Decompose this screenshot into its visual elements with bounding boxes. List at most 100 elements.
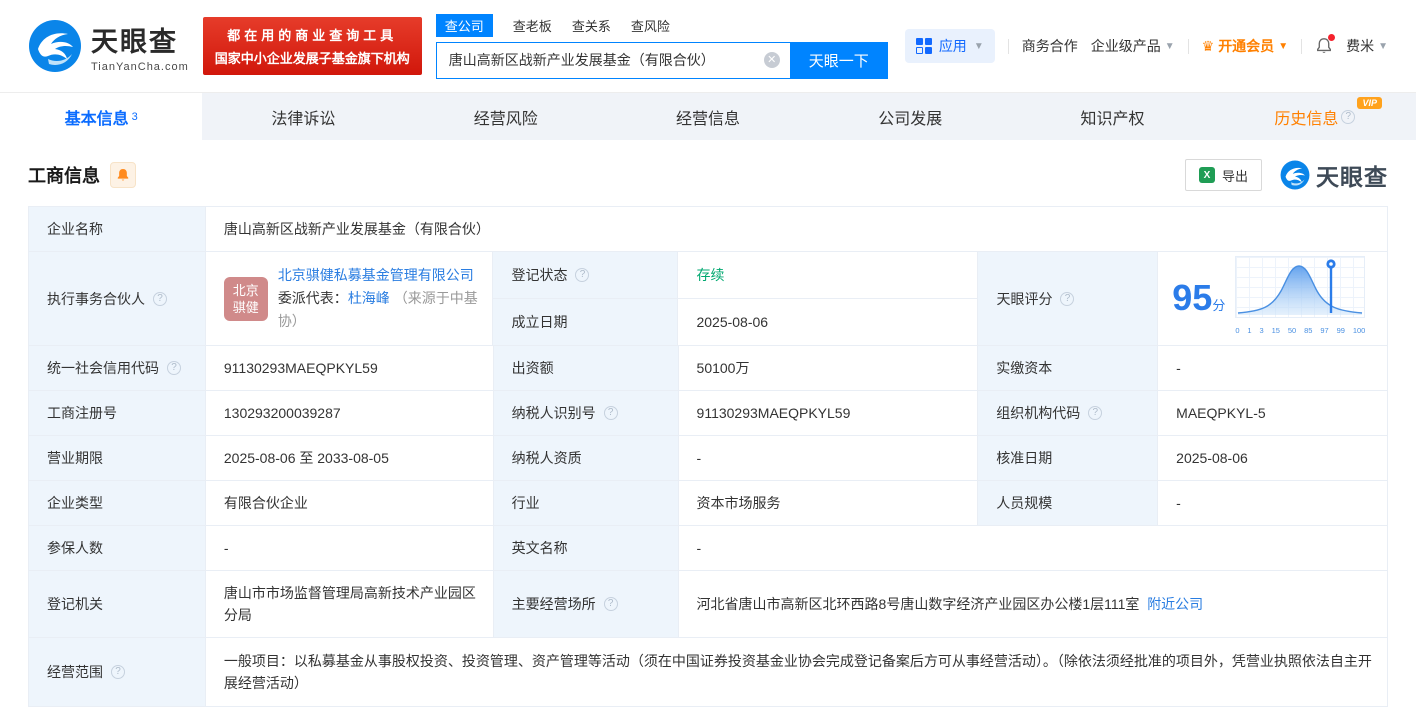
score-value: 95 — [1172, 277, 1213, 318]
monitor-bell-button[interactable] — [110, 162, 136, 188]
nearby-companies-link[interactable]: 附近公司 — [1147, 596, 1203, 612]
tab-label: 历史信息 — [1274, 110, 1339, 128]
staff-size-value: - — [1158, 481, 1388, 526]
score-unit: 分 — [1212, 298, 1226, 313]
field-label: 营业期限 — [29, 436, 206, 481]
insured-count-value: - — [205, 526, 494, 571]
search-tab-relation[interactable]: 查关系 — [572, 14, 611, 37]
paid-capital-value: - — [1158, 346, 1388, 391]
tianyan-score-cell: 95分 0 1 3 15 50 85 97 99 100 — [1158, 252, 1388, 346]
table-row: 企业名称 唐山高新区战新产业发展基金（有限合伙） — [29, 207, 1388, 252]
tab-label: 公司发展 — [878, 110, 943, 128]
slogan-line-2: 国家中小企业发展子基金旗下机构 — [214, 51, 410, 66]
help-icon[interactable]: ? — [1088, 406, 1103, 420]
field-label: 登记机关 — [29, 571, 206, 638]
clear-icon[interactable]: ✕ — [763, 52, 780, 68]
status-date-stack: 登记状态? 存续 成立日期 2025-08-06 — [493, 252, 979, 346]
business-info-table: 企业名称 唐山高新区战新产业发展基金（有限合伙） 执行事务合伙人? 北京 骐健 … — [28, 206, 1388, 707]
chevron-down-icon: ▼ — [1278, 40, 1289, 52]
table-row: 经营范围? 一般项目：以私募基金从事股权投资、投资管理、资产管理等活动（须在中国… — [29, 638, 1388, 707]
table-row: 统一社会信用代码? 91130293MAEQPKYL59 出资额 50100万 … — [29, 346, 1388, 391]
vip-badge: VIP — [1357, 97, 1382, 109]
industry-value: 资本市场服务 — [678, 481, 979, 526]
field-label: 组织机构代码? — [978, 391, 1159, 436]
table-row: 营业期限 2025-08-06 至 2033-08-05 纳税人资质 - 核准日… — [29, 436, 1388, 481]
partner-company-link[interactable]: 北京骐健私募基金管理有限公司 — [278, 267, 474, 283]
search-tab-boss[interactable]: 查老板 — [513, 14, 552, 37]
chevron-down-icon: ▼ — [1378, 40, 1388, 52]
org-code-value: MAEQPKYL-5 — [1158, 391, 1388, 436]
divider — [1007, 38, 1009, 54]
logo-domain-text: TianYanCha.com — [91, 60, 189, 73]
field-label: 出资额 — [493, 346, 679, 391]
apps-grid-icon — [915, 38, 932, 54]
contribution-value: 50100万 — [678, 346, 979, 391]
help-icon[interactable]: ? — [111, 665, 125, 679]
export-button[interactable]: X 导出 — [1184, 159, 1262, 191]
bell-curve-icon — [1238, 258, 1363, 315]
field-label: 纳税人资质 — [493, 436, 679, 481]
registry-authority-value: 唐山市市场监督管理局高新技术产业园区分局 — [205, 571, 494, 638]
tab-company-development[interactable]: 公司发展 — [809, 93, 1011, 140]
nav-business-cooperation[interactable]: 商务合作 — [1022, 36, 1078, 56]
field-label: 英文名称 — [493, 526, 679, 571]
delegate-prefix: 委派代表： — [277, 290, 348, 306]
tab-label: 知识产权 — [1080, 110, 1145, 128]
search-input[interactable] — [435, 41, 790, 79]
registration-status-value: 存续 — [678, 252, 979, 299]
help-icon[interactable]: ? — [1341, 109, 1356, 124]
partner-avatar[interactable]: 北京 骐健 — [223, 276, 268, 321]
field-label: 核准日期 — [978, 436, 1159, 481]
notification-dot — [1328, 34, 1336, 41]
search-button[interactable]: 天眼一下 — [789, 41, 888, 79]
field-label: 执行事务合伙人? — [29, 252, 206, 346]
watermark-logo: 天眼查 — [1280, 158, 1388, 192]
tab-intellectual-property[interactable]: 知识产权 — [1011, 93, 1213, 140]
credit-code-value: 91130293MAEQPKYL59 — [205, 346, 494, 391]
field-label: 企业类型 — [29, 481, 206, 526]
table-row: 登记机关 唐山市市场监督管理局高新技术产业园区分局 主要经营场所? 河北省唐山市… — [29, 571, 1388, 638]
search-area: 查公司 查老板 查关系 查风险 ✕ 天眼一下 — [435, 13, 888, 79]
reg-number-value: 130293200039287 — [205, 391, 494, 436]
field-label: 工商注册号 — [29, 391, 206, 436]
tab-operating-info[interactable]: 经营信息 — [607, 93, 809, 140]
field-label: 参保人数 — [29, 526, 206, 571]
search-tab-company[interactable]: 查公司 — [435, 13, 493, 37]
tab-legal-proceedings[interactable]: 法律诉讼 — [202, 93, 404, 140]
tab-basic-info[interactable]: 基本信息 3 — [0, 93, 203, 140]
open-vip-button[interactable]: ♛ 开通会员 ▼ — [1202, 36, 1288, 56]
field-label: 企业名称 — [29, 207, 206, 252]
crown-icon: ♛ — [1201, 37, 1215, 54]
company-name-value: 唐山高新区战新产业发展基金（有限合伙） — [205, 207, 1388, 252]
field-label: 经营范围? — [29, 638, 206, 707]
user-menu[interactable]: 费米 ▼ — [1346, 36, 1388, 56]
help-icon[interactable]: ? — [1060, 291, 1075, 306]
section-title: 工商信息 — [28, 166, 100, 186]
bell-icon — [117, 169, 129, 181]
top-nav: 应用 ▼ 商务合作 企业级产品 ▼ ♛ 开通会员 ▼ 费米 ▼ — [904, 29, 1388, 63]
tab-history-info[interactable]: VIP 历史信息 ? — [1214, 93, 1416, 140]
business-address-value: 河北省唐山市高新区北环西路8号唐山数字经济产业园区办公楼1层111室 附近公司 — [678, 571, 1388, 638]
chevron-down-icon: ▼ — [1164, 40, 1175, 52]
apps-menu-button[interactable]: 应用 ▼ — [904, 29, 995, 63]
help-icon[interactable]: ? — [167, 361, 181, 375]
divider — [1301, 38, 1303, 54]
taxpayer-id-value: 91130293MAEQPKYL59 — [678, 391, 979, 436]
score-distribution-chart: 0 1 3 15 50 85 97 99 100 — [1235, 255, 1366, 342]
score-axis: 0 1 3 15 50 85 97 99 100 — [1235, 325, 1366, 335]
field-label: 天眼评分? — [978, 252, 1159, 346]
help-icon[interactable]: ? — [603, 406, 618, 420]
notifications-bell[interactable] — [1315, 34, 1336, 55]
search-tab-risk[interactable]: 查风险 — [631, 14, 670, 37]
tab-operating-risk[interactable]: 经营风险 — [405, 93, 607, 140]
delegate-name-link[interactable]: 杜海峰 — [348, 290, 390, 306]
tianyancha-logo[interactable]: 天眼查 TianYanCha.com — [28, 19, 189, 73]
nav-enterprise-products[interactable]: 企业级产品 ▼ — [1091, 36, 1175, 56]
help-icon[interactable]: ? — [153, 291, 167, 306]
help-icon[interactable]: ? — [603, 597, 618, 611]
field-label: 登记状态? — [493, 252, 679, 299]
help-icon[interactable]: ? — [575, 268, 590, 282]
tab-label: 基本信息 — [64, 110, 129, 128]
top-header: 天眼查 TianYanCha.com 都在用的商业查询工具 国家中小企业发展子基… — [0, 0, 1416, 92]
business-term-value: 2025-08-06 至 2033-08-05 — [205, 436, 494, 481]
